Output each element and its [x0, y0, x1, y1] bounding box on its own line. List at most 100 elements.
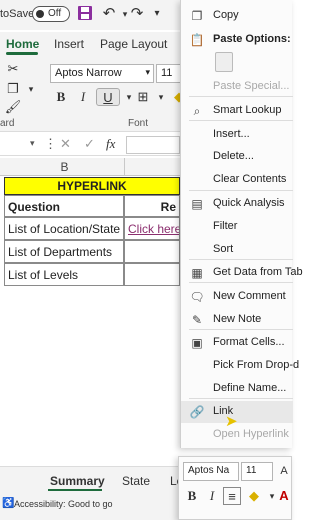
mini-align-center-icon[interactable]: ≡: [223, 487, 241, 505]
menu-item-label: Copy: [213, 9, 239, 21]
table-row-link-cell[interactable]: [124, 240, 180, 263]
toggle-knob: [36, 10, 44, 18]
tab-page-layout[interactable]: Page Layout: [100, 37, 167, 51]
menu-item-label: Sort: [213, 243, 234, 255]
name-box-dropdown-icon[interactable]: ▾: [30, 138, 35, 149]
menu-item-new-note[interactable]: ✎ New Note: [181, 309, 293, 331]
menu-item-insert[interactable]: Insert...: [181, 124, 293, 146]
menu-item-format-cells[interactable]: ▣ Format Cells...: [181, 332, 293, 354]
mini-bold-button[interactable]: B: [183, 487, 201, 505]
formula-input[interactable]: [126, 136, 180, 154]
cancel-entry-icon[interactable]: ✕: [60, 136, 71, 152]
mini-fill-color-icon[interactable]: ◆: [245, 487, 263, 505]
cut-icon[interactable]: ✂: [4, 60, 22, 78]
comment-icon: 🗨: [189, 290, 205, 304]
chevron-down-icon: ▾: [145, 67, 150, 77]
redo-icon[interactable]: ↷: [128, 5, 146, 23]
active-sheet-indicator: [48, 489, 102, 491]
save-icon[interactable]: [76, 5, 94, 23]
menu-separator: [189, 398, 293, 399]
more-icon[interactable]: ⋮: [44, 136, 57, 152]
font-size-box[interactable]: 11: [156, 64, 182, 83]
menu-separator: [189, 259, 293, 260]
menu-item-label: Pick From Drop-d: [213, 359, 300, 371]
menu-item-label: Define Name...: [213, 382, 287, 394]
bold-button[interactable]: B: [52, 88, 70, 106]
menu-item-sort[interactable]: Sort: [181, 239, 293, 261]
menu-item-label: Get Data from Tab: [213, 266, 303, 278]
menu-item-delete[interactable]: Delete...: [181, 146, 293, 168]
borders-icon[interactable]: ⊞: [134, 88, 152, 106]
mini-italic-button[interactable]: I: [203, 487, 221, 505]
table-icon: ▦: [191, 266, 203, 280]
menu-item-clear-contents[interactable]: Clear Contents: [181, 169, 293, 191]
menu-item-open-hyperlink[interactable]: Open Hyperlink: [181, 424, 293, 446]
menu-item-get-data[interactable]: ▦ Get Data from Tab: [181, 262, 302, 284]
grow-font-icon[interactable]: A: [275, 462, 293, 480]
mini-font-color-icon[interactable]: A: [275, 487, 293, 505]
search-icon: ⌕: [193, 104, 201, 118]
customize-toolbar-icon[interactable]: ▾: [148, 5, 166, 23]
menu-item-label: Paste Special...: [213, 80, 290, 92]
format-painter-icon[interactable]: 🖌: [4, 98, 22, 116]
context-menu: ❐ Copy 📋 Paste Options: Paste Special...…: [180, 0, 303, 448]
result-header-cell[interactable]: Re: [124, 195, 180, 217]
mini-font-name-box[interactable]: Aptos Na: [183, 462, 239, 481]
hyperlink-cell[interactable]: Click here: [124, 217, 180, 240]
font-group-label: Font: [128, 118, 149, 129]
sheet-tab-state[interactable]: State: [122, 474, 150, 488]
mini-font-size-box[interactable]: 11: [241, 462, 273, 481]
menu-item-label: Paste Options:: [213, 33, 291, 45]
table-row-link-cell[interactable]: [124, 263, 180, 286]
table-row-question[interactable]: List of Departments: [4, 240, 124, 263]
menu-separator: [189, 190, 293, 191]
menu-item-new-comment[interactable]: 🗨 New Comment: [181, 286, 293, 308]
menu-item-smart-lookup[interactable]: ⌕ Smart Lookup: [181, 100, 293, 122]
menu-item-quick-analysis[interactable]: ▤ Quick Analysis: [181, 193, 293, 215]
insert-function-button[interactable]: fx: [106, 136, 115, 152]
menu-item-paste-special[interactable]: Paste Special...: [181, 76, 293, 98]
clipboard-icon: 📋: [189, 33, 205, 47]
table-row-question[interactable]: List of Levels: [4, 263, 124, 286]
autosave-label: toSave: [0, 8, 35, 20]
menu-separator: [189, 329, 293, 330]
mini-font-name-value: Aptos Na: [188, 465, 230, 476]
paste-icon[interactable]: [215, 52, 233, 72]
menu-separator: [189, 120, 293, 121]
menu-item-pick-dropdown[interactable]: Pick From Drop-d: [181, 355, 299, 377]
copy-dropdown-icon[interactable]: ▾: [22, 80, 40, 98]
tab-insert[interactable]: Insert: [54, 37, 84, 51]
autosave-state: Off: [48, 8, 62, 19]
menu-item-filter[interactable]: Filter: [181, 216, 293, 238]
copy-icon[interactable]: ❐: [4, 80, 22, 98]
menu-item-define-name[interactable]: Define Name...: [181, 378, 293, 400]
tab-home[interactable]: Home: [6, 37, 39, 51]
sheet-tab-summary[interactable]: Summary: [50, 474, 105, 488]
question-header-cell[interactable]: Question: [4, 195, 124, 217]
autosave-toggle[interactable]: Off: [32, 6, 70, 22]
italic-button[interactable]: I: [74, 88, 92, 106]
note-icon: ✎: [191, 313, 203, 327]
menu-item-label: Format Cells...: [213, 336, 285, 348]
hyperlink-header-cell[interactable]: HYPERLINK: [4, 177, 180, 195]
confirm-entry-icon[interactable]: ✓: [84, 136, 95, 152]
status-bar: ♿ Accessibility: Good to go: [0, 494, 180, 520]
mini-font-size-value: 11: [246, 465, 257, 476]
menu-separator: [189, 96, 293, 97]
table-row-question[interactable]: List of Location/State: [4, 217, 124, 240]
menu-item-label: Clear Contents: [213, 173, 287, 185]
accessibility-icon[interactable]: ♿: [2, 498, 14, 509]
quick-analysis-icon: ▤: [191, 197, 203, 211]
menu-item-copy[interactable]: ❐ Copy: [181, 5, 293, 27]
menu-item-label: New Comment: [213, 290, 286, 302]
accessibility-status[interactable]: Accessibility: Good to go: [14, 499, 113, 509]
sheet-tabs-bar: Summary State Le: [0, 466, 183, 494]
font-name-value: Aptos Narrow: [55, 67, 122, 79]
borders-dropdown-icon[interactable]: ▾: [152, 88, 170, 106]
underline-button[interactable]: U: [96, 88, 120, 106]
menu-item-label: Filter: [213, 220, 238, 232]
column-b-header[interactable]: B: [5, 158, 125, 176]
menu-item-label: Delete...: [213, 150, 254, 162]
font-name-box[interactable]: Aptos Narrow ▾: [50, 64, 154, 83]
copy-icon: ❐: [191, 9, 203, 23]
